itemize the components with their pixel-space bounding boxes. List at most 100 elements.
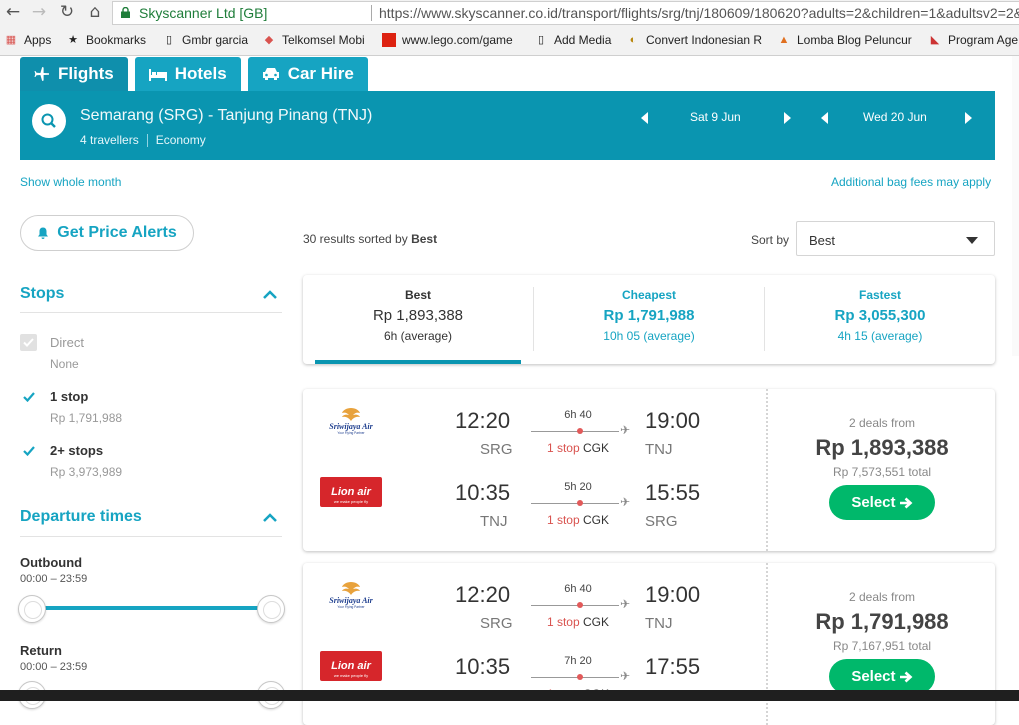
chevron-up-icon[interactable]	[263, 290, 277, 299]
arrival-time: 19:00	[645, 582, 701, 607]
departure-times-heading: Departure times	[20, 508, 142, 525]
sort-tab-cheapest[interactable]: Cheapest Rp 1,791,988 10h 05 (average)	[534, 275, 764, 364]
arrival-time: 19:00	[645, 408, 701, 433]
stops-info: 1 stop CGK	[531, 513, 625, 527]
star-icon: ★	[68, 34, 78, 46]
show-whole-month-link[interactable]: Show whole month	[20, 175, 121, 189]
bookmark-apps[interactable]: ▦ Apps	[4, 31, 52, 49]
stops-direct-checkbox[interactable]	[20, 334, 37, 351]
reload-icon[interactable]: ↻	[56, 2, 78, 22]
arrow-right-icon	[899, 497, 913, 508]
search-icon[interactable]	[32, 104, 66, 138]
bookmark-add-media[interactable]: ▯ Add Media	[534, 31, 611, 49]
sort-tabs-card: Best Rp 1,893,388 6h (average) Cheapest …	[303, 275, 995, 364]
sort-tab-fastest[interactable]: Fastest Rp 3,055,300 4h 15 (average)	[765, 275, 995, 364]
plane-icon: ✈	[620, 423, 631, 437]
outbound-slider-min-handle[interactable]	[18, 595, 46, 623]
svg-text:Sriwijaya Air: Sriwijaya Air	[329, 422, 373, 431]
departure-airport: SRG	[480, 441, 513, 458]
bookmark-convert[interactable]: ◐ Convert Indonesian R	[626, 31, 762, 49]
departure-time: 10:35	[455, 654, 511, 679]
bookmark-label: Program Age	[948, 33, 1019, 47]
arrival-time: 17:55	[645, 654, 701, 679]
scrollbar[interactable]	[1012, 56, 1019, 356]
select-button[interactable]: Select	[829, 485, 935, 520]
departure-airport: TNJ	[480, 513, 508, 530]
check-icon	[22, 445, 35, 456]
price-alerts-button[interactable]: Get Price Alerts	[20, 215, 194, 251]
address-bar[interactable]: Skyscanner Ltd [GB] https://www.skyscann…	[112, 1, 1019, 25]
taskbar	[0, 690, 1019, 701]
return-label: Return	[20, 643, 62, 658]
departure-airport: SRG	[480, 615, 513, 632]
select-button[interactable]: Select	[829, 659, 935, 694]
sriwijaya-air-logo: Sriwijaya Air Your Flying Partner	[320, 579, 382, 609]
apps-grid-icon: ▦	[5, 34, 17, 46]
url-text[interactable]: https://www.skyscanner.co.id/transport/f…	[379, 2, 1019, 24]
forward-icon[interactable]: →	[28, 2, 50, 22]
chevron-up-icon[interactable]	[263, 513, 277, 522]
return-date[interactable]: Wed 20 Jun	[863, 110, 927, 124]
sort-tab-duration: 10h 05 (average)	[603, 329, 695, 343]
flight-duration: 6h 40	[564, 583, 592, 595]
svg-text:Your Flying Partner: Your Flying Partner	[337, 431, 365, 435]
plane-icon: ✈	[620, 495, 631, 509]
stops-direct-price: None	[50, 357, 79, 371]
result-card[interactable]: Lion air we make people fly 10:35 TNJ 5h …	[303, 389, 995, 551]
bookmark-gmbr[interactable]: ▯ Gmbr garcia	[162, 31, 248, 49]
home-icon[interactable]: ⌂	[84, 2, 106, 22]
results-sorted-by: Best	[411, 232, 438, 246]
bookmark-lego[interactable]: ■ www.lego.com/game	[382, 31, 513, 49]
svg-text:we make people fly: we make people fly	[334, 499, 368, 504]
arrival-airport: TNJ	[645, 615, 673, 632]
price: Rp 1,791,988	[815, 609, 949, 634]
tab-hotels[interactable]: Hotels	[134, 57, 241, 91]
depart-next-icon[interactable]	[784, 112, 791, 124]
departure-time: 12:20	[455, 582, 511, 607]
stop-airport: CGK	[583, 513, 610, 527]
search-summary-bar[interactable]: Semarang (SRG) - Tanjung Pinang (TNJ) 4 …	[20, 91, 995, 160]
stops-direct-label: Direct	[50, 335, 84, 350]
stops-2plus-label: 2+ stops	[50, 443, 104, 458]
outbound-range: 00:00 – 23:59	[20, 573, 88, 585]
outbound-slider-max-handle[interactable]	[257, 595, 285, 623]
tab-flights[interactable]: Flights	[20, 57, 128, 91]
stops-info: 1 stop CGK	[531, 615, 625, 629]
price: Rp 1,893,388	[815, 435, 949, 460]
flight-leg: Sriwijaya Air Your Flying Partner 12:20 S…	[303, 389, 766, 461]
select-label: Select	[851, 494, 896, 511]
url-separator	[371, 5, 372, 21]
lock-icon	[121, 7, 130, 18]
sort-select[interactable]: Best	[796, 221, 995, 256]
active-tab-indicator	[315, 360, 521, 364]
tab-car-hire[interactable]: Car Hire	[247, 57, 368, 91]
tab-label: Hotels	[174, 64, 227, 83]
stops-2plus-checkbox[interactable]	[20, 442, 37, 459]
depart-prev-icon[interactable]	[641, 112, 648, 124]
flight-duration: 7h 20	[564, 655, 592, 667]
stops-count: 1 stop	[546, 441, 580, 455]
svg-text:Lion air: Lion air	[331, 660, 371, 672]
bag-fees-link[interactable]: Additional bag fees may apply	[831, 175, 991, 189]
back-icon[interactable]: ←	[2, 2, 24, 22]
route-line	[531, 503, 619, 504]
browser-chrome: ← → ↻ ⌂ Skyscanner Ltd [GB] https://www.…	[0, 0, 1019, 56]
price-panel: 2 deals from Rp 1,893,388 Rp 7,573,551 t…	[769, 389, 995, 551]
program-icon: ◣	[930, 34, 940, 46]
bookmark-label: Gmbr garcia	[182, 33, 249, 47]
route-line	[531, 431, 619, 432]
flight-leg: Lion air we make people fly 10:35 TNJ 5h …	[303, 461, 766, 533]
check-icon	[23, 338, 34, 347]
bookmark-program[interactable]: ◣ Program Age	[928, 31, 1018, 49]
sort-tab-best[interactable]: Best Rp 1,893,388 6h (average)	[303, 275, 533, 364]
stop-dot	[577, 602, 583, 608]
bookmark-telkomsel[interactable]: ◆ Telkomsel Mobi	[262, 31, 365, 49]
bookmark-lomba[interactable]: ▲ Lomba Blog Peluncur	[777, 31, 912, 49]
stops-1-checkbox[interactable]	[20, 388, 37, 405]
return-prev-icon[interactable]	[821, 112, 828, 124]
bookmark-bookmarks[interactable]: ★ Bookmarks	[66, 31, 146, 49]
plane-icon	[34, 67, 49, 81]
lion-air-logo: Lion air we make people fly	[320, 477, 382, 507]
depart-date[interactable]: Sat 9 Jun	[690, 110, 741, 124]
return-next-icon[interactable]	[965, 112, 972, 124]
